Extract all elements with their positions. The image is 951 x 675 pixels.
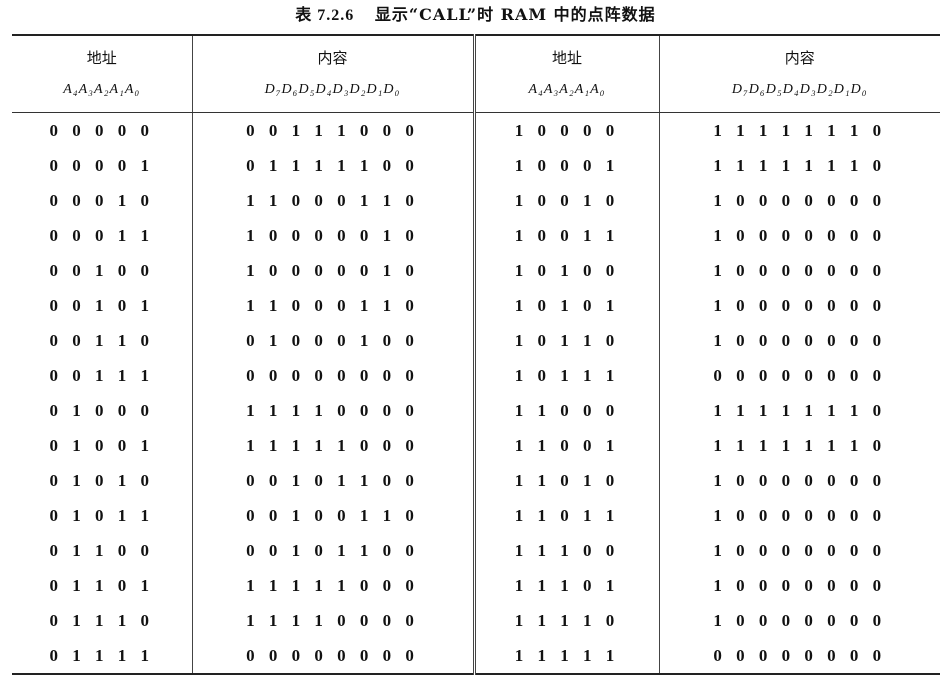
address-left-cell: 0 0 0 1 1 (12, 218, 193, 253)
address-right-cell: 1 0 0 1 1 (474, 218, 660, 253)
content-right-cell: 1 0 0 0 0 0 0 0 (713, 330, 887, 350)
content-left-cell: 1 1 1 1 0 0 0 0 (192, 603, 476, 638)
content-left-cell: 1 1 1 1 1 0 0 0 (192, 568, 476, 603)
content-left-cell: 0 0 0 0 0 0 0 0 (192, 638, 476, 675)
address-left-cell: 0 0 1 1 1 (12, 358, 193, 393)
address-right-cell: 1 0 1 1 1 (474, 358, 660, 393)
table-row: 0 0 1 1 10 0 0 0 0 0 0 01 0 1 1 10 0 0 0… (12, 358, 940, 393)
header-address-left: 地址 (12, 34, 193, 72)
content-right-cell: 0 0 0 0 0 0 0 0 (659, 638, 940, 675)
table-row: 0 0 1 1 00 1 0 0 0 1 0 01 0 1 1 0 1 0 0 0… (12, 323, 940, 358)
header-address-right: 地址 (474, 34, 660, 72)
address-left-cell: 0 1 0 1 0 (12, 463, 193, 498)
content-right-cell: 1 0 0 0 0 0 0 0 (713, 225, 887, 245)
address-left-cell: 0 1 0 1 1 (12, 498, 193, 533)
content-right-cell: 1 0 0 0 0 0 0 0 (713, 295, 887, 315)
address-left-cell: 0 0 1 0 0 (12, 253, 193, 288)
table-row: 0 1 1 0 11 1 1 1 1 0 0 01 1 1 0 1 1 0 0 0… (12, 568, 940, 603)
content-left-cell: 1 1 0 0 0 1 1 0 (192, 183, 476, 218)
address-left-cell: 0 1 1 0 0 (12, 533, 193, 568)
address-right-cell: 1 0 1 1 0 (474, 323, 660, 358)
table-row: 0 1 0 0 01 1 1 1 0 0 0 01 1 0 0 0 1 1 1 1… (12, 393, 940, 428)
content-left-cell: 0 0 1 1 1 0 0 0 (192, 112, 476, 148)
address-left-cell: 0 1 0 0 0 (12, 393, 193, 428)
address-right-cell: 1 1 1 0 1 (474, 568, 660, 603)
content-right-cell: 1 0 0 0 0 0 0 0 (713, 260, 887, 280)
content-right-cell: 1 0 0 0 0 0 0 0 (713, 190, 887, 210)
address-right-cell: 1 0 0 1 0 (474, 183, 660, 218)
table-row: 0 0 1 0 01 0 0 0 0 0 1 01 0 1 0 0 1 0 0 0… (12, 253, 940, 288)
table-row: 0 1 0 0 11 1 1 1 1 0 0 01 1 0 0 1 1 1 1 1… (12, 428, 940, 463)
content-left-cell: 1 0 0 0 0 0 1 0 (192, 218, 476, 253)
address-right-cell: 1 0 1 0 0 (474, 253, 660, 288)
address-right-cell: 1 1 0 1 1 (474, 498, 660, 533)
content-right-cell: 1 0 0 0 0 0 0 0 (713, 505, 887, 525)
content-left-cell: 0 0 1 0 1 1 0 0 (192, 463, 476, 498)
content-left-cell: 0 1 1 1 1 1 0 0 (192, 148, 476, 183)
table-number: 表 7.2.6 (295, 7, 355, 24)
address-left-cell: 0 0 0 1 0 (12, 183, 193, 218)
header-row: 地址 内容 地址 内容 (12, 34, 940, 72)
content-right-cell: 1 1 1 1 1 1 1 0 (713, 120, 887, 140)
content-left-cell: 1 1 1 1 1 0 0 0 (192, 428, 476, 463)
table-header: 地址 内容 地址 内容 A₄A₃A₂A₁A₀ D₇D₆D₅D₄D₃D₂D₁D₀ … (12, 34, 940, 113)
address-left-cell: 0 1 1 1 0 (12, 603, 193, 638)
content-left-cell: 0 0 0 0 0 0 0 0 (192, 358, 476, 393)
address-left-cell: 0 0 1 1 0 (12, 323, 193, 358)
content-right-cell: 1 0 0 0 0 0 0 0 (713, 470, 887, 490)
table-row: 0 0 0 1 11 0 0 0 0 0 1 01 0 0 1 1 1 0 0 0… (12, 218, 940, 253)
table-row: 0 0 0 0 10 1 1 1 1 1 0 01 0 0 0 1 1 1 1 1… (12, 148, 940, 183)
table-row: 0 0 1 0 11 1 0 0 0 1 1 01 0 1 0 1 1 0 0 0… (12, 288, 940, 323)
address-left-cell: 0 0 1 0 1 (12, 288, 193, 323)
content-right-cell: 1 1 1 1 1 1 1 0 (713, 400, 887, 420)
address-left-cell: 0 0 0 0 1 (12, 148, 193, 183)
address-left-cell: 0 0 0 0 0 (12, 112, 193, 148)
content-right-cell: 1 1 1 1 1 1 1 0 (713, 155, 887, 175)
subheader-data-bits-right: D₇D₆D₅D₄D₃D₂D₁D₀ (659, 72, 940, 113)
table-row: 0 1 1 1 10 0 0 0 0 0 0 01 1 1 1 10 0 0 0… (12, 638, 940, 675)
dot-matrix-table: 地址 内容 地址 内容 A₄A₃A₂A₁A₀ D₇D₆D₅D₄D₃D₂D₁D₀ … (12, 34, 940, 675)
table-row: 0 1 1 0 00 0 1 0 1 1 0 01 1 1 0 0 1 0 0 0… (12, 533, 940, 568)
address-right-cell: 1 1 1 1 0 (474, 603, 660, 638)
address-left-cell: 0 1 1 0 1 (12, 568, 193, 603)
content-left-cell: 1 1 0 0 0 1 1 0 (192, 288, 476, 323)
content-left-cell: 0 0 1 0 1 1 0 0 (192, 533, 476, 568)
table-caption: 表 7.2.6 显示“CALL”时 RAM 中的点阵数据 (0, 4, 951, 27)
table-row: 0 0 0 1 01 1 0 0 0 1 1 01 0 0 1 0 1 0 0 0… (12, 183, 940, 218)
subheader-address-bits-left: A₄A₃A₂A₁A₀ (12, 72, 193, 113)
subheader-data-bits-left: D₇D₆D₅D₄D₃D₂D₁D₀ (192, 72, 476, 113)
address-left-cell: 0 1 1 1 1 (12, 638, 193, 675)
content-left-cell: 0 0 1 0 0 1 1 0 (192, 498, 476, 533)
table-row: 0 0 0 0 00 0 1 1 1 0 0 01 0 0 0 0 1 1 1 1… (12, 112, 940, 148)
address-right-cell: 1 1 1 0 0 (474, 533, 660, 568)
content-right-cell: 1 0 0 0 0 0 0 0 (713, 540, 887, 560)
address-right-cell: 1 1 1 1 1 (474, 638, 660, 675)
content-right-cell: 1 0 0 0 0 0 0 0 (713, 610, 887, 630)
address-right-cell: 1 1 0 0 1 (474, 428, 660, 463)
address-left-cell: 0 1 0 0 1 (12, 428, 193, 463)
content-right-cell: 1 0 0 0 0 0 0 0 (713, 575, 887, 595)
table-row: 0 1 0 1 00 0 1 0 1 1 0 01 1 0 1 0 1 0 0 0… (12, 463, 940, 498)
address-right-cell: 1 0 1 0 1 (474, 288, 660, 323)
address-right-cell: 1 1 0 0 0 (474, 393, 660, 428)
content-right-cell: 0 0 0 0 0 0 0 0 (713, 365, 887, 385)
content-left-cell: 1 0 0 0 0 0 1 0 (192, 253, 476, 288)
subheader-row: A₄A₃A₂A₁A₀ D₇D₆D₅D₄D₃D₂D₁D₀ A₄A₃A₂A₁A₀ D… (12, 72, 940, 113)
address-right-cell: 1 0 0 0 0 (474, 112, 660, 148)
content-left-cell: 0 1 0 0 0 1 0 0 (192, 323, 476, 358)
header-content-left: 内容 (192, 34, 476, 72)
table-title: 显示“CALL”时 RAM 中的点阵数据 (374, 5, 656, 24)
table-row: 0 1 1 1 01 1 1 1 0 0 0 01 1 1 1 0 1 0 0 0… (12, 603, 940, 638)
address-right-cell: 1 1 0 1 0 (474, 463, 660, 498)
subheader-address-bits-right: A₄A₃A₂A₁A₀ (474, 72, 660, 113)
content-right-cell: 1 1 1 1 1 1 1 0 (713, 435, 887, 455)
address-right-cell: 1 0 0 0 1 (474, 148, 660, 183)
table-row: 0 1 0 1 10 0 1 0 0 1 1 01 1 0 1 1 1 0 0 0… (12, 498, 940, 533)
header-content-right: 内容 (659, 34, 940, 72)
content-left-cell: 1 1 1 1 0 0 0 0 (192, 393, 476, 428)
table-body: 0 0 0 0 00 0 1 1 1 0 0 01 0 0 0 0 1 1 1 1… (12, 112, 940, 675)
